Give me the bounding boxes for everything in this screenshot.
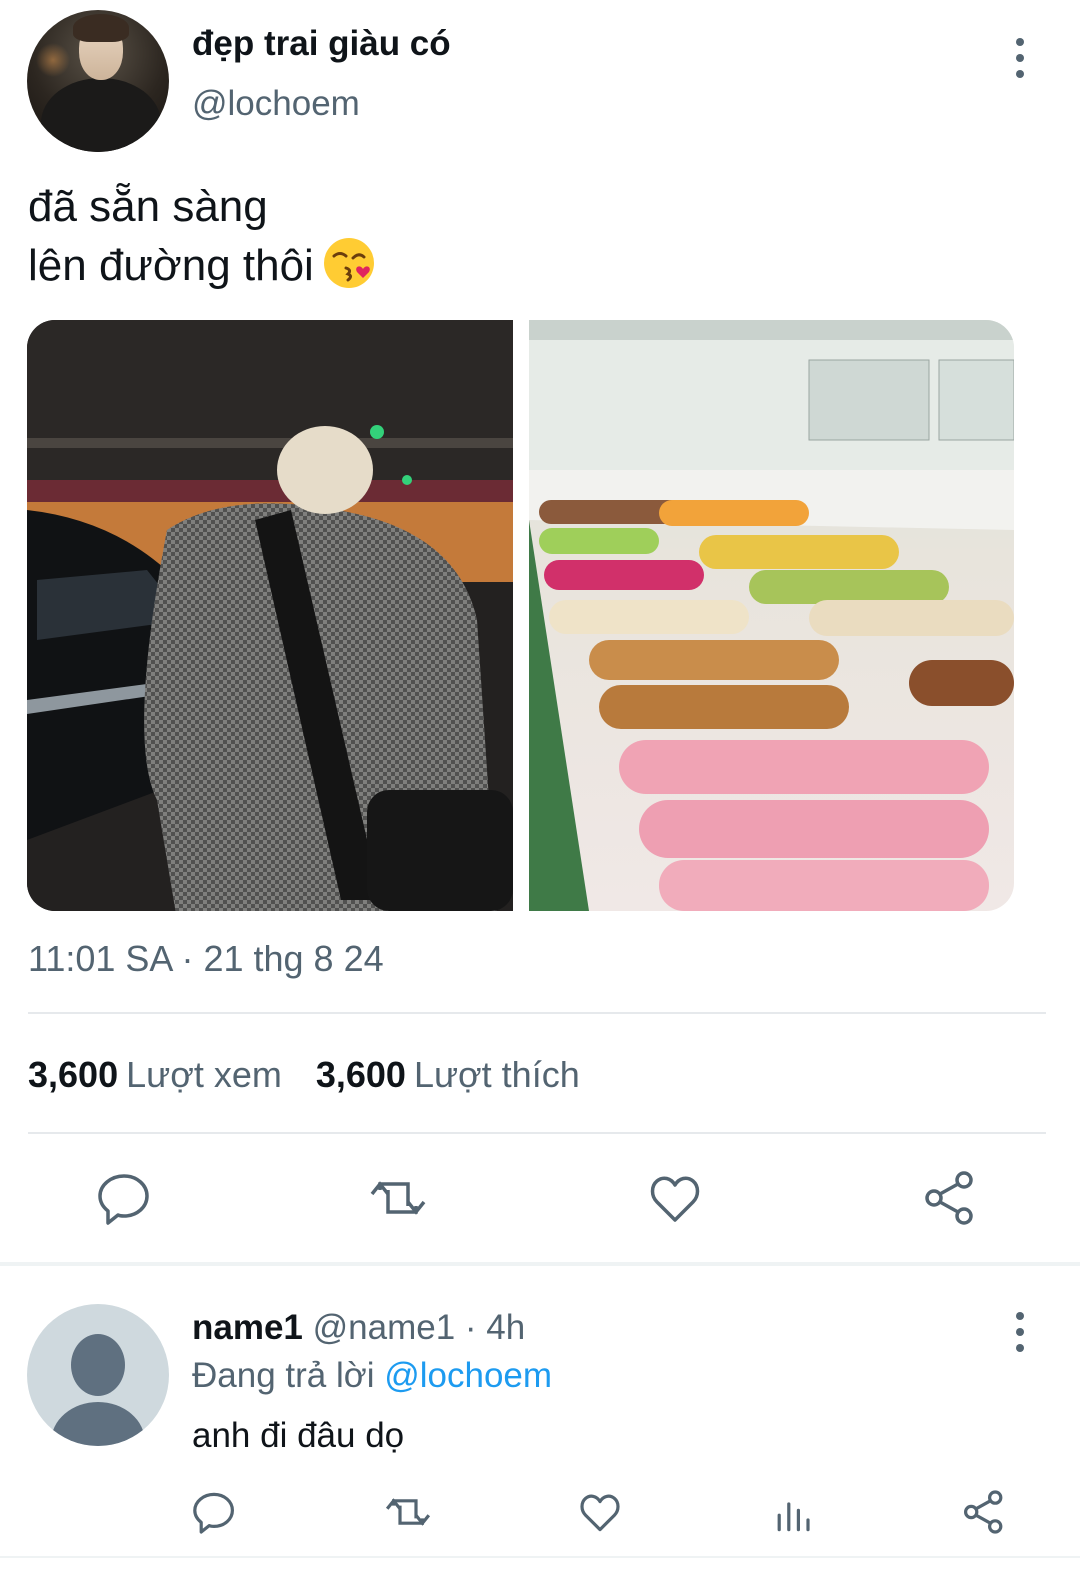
macaron-display-illustration xyxy=(529,320,1014,911)
divider xyxy=(28,1132,1046,1134)
parking-garage-illustration xyxy=(27,320,513,911)
photo-macaron-display[interactable] xyxy=(529,320,1014,911)
likes-label: Lượt thích xyxy=(413,1054,580,1095)
divider xyxy=(28,1012,1046,1014)
macaron-rows xyxy=(539,500,1014,911)
tweet-text-line-2: lên đường thôi xyxy=(28,241,314,290)
author-handle[interactable]: @lochoem xyxy=(192,84,360,124)
tweet-action-bar xyxy=(0,1168,1080,1232)
reply-header: name1 @name1 · 4h xyxy=(192,1308,525,1348)
share-icon[interactable] xyxy=(920,1168,980,1228)
tweet-text-line-2-wrap: lên đường thôi xyxy=(28,236,376,295)
tweet-media-grid[interactable] xyxy=(27,320,1014,911)
like-icon[interactable] xyxy=(576,1488,624,1536)
photo-parking-garage[interactable] xyxy=(27,320,513,911)
reply-meta: @name1 · 4h xyxy=(312,1308,526,1347)
avatar-background-lights xyxy=(33,40,73,80)
views-stat[interactable]: 3,600 Lượt xem xyxy=(28,1054,282,1096)
tweet-timestamp[interactable]: 11:01 SA · 21 thg 8 24 xyxy=(28,938,384,980)
reply-action-bar xyxy=(0,1488,1080,1544)
reply-author-name[interactable]: name1 xyxy=(192,1308,303,1347)
kissing-face-emoji-icon xyxy=(323,238,374,288)
reply-icon[interactable] xyxy=(190,1488,238,1536)
reply-avatar-default-icon[interactable] xyxy=(27,1304,169,1446)
views-icon[interactable] xyxy=(768,1488,816,1536)
views-count: 3,600 xyxy=(28,1054,119,1095)
author-display-name[interactable]: đẹp trai giàu có xyxy=(192,24,451,64)
tweet-more-options-icon[interactable] xyxy=(1008,38,1032,78)
reply-icon[interactable] xyxy=(94,1168,154,1228)
tweet-detail-page: đẹp trai giàu có @lochoem đã sẵn sàng lê… xyxy=(0,0,1080,1578)
tweet-text: đã sẵn sàng lên đường thôi xyxy=(28,178,376,295)
share-icon[interactable] xyxy=(960,1488,1008,1536)
views-label: Lượt xem xyxy=(126,1054,282,1095)
like-icon[interactable] xyxy=(645,1168,705,1228)
section-separator xyxy=(0,1262,1080,1266)
likes-stat[interactable]: 3,600 Lượt thích xyxy=(316,1054,580,1096)
tweet-stats: 3,600 Lượt xem 3,600 Lượt thích xyxy=(28,1054,580,1096)
replying-label: Đang trả lời xyxy=(192,1356,375,1395)
divider xyxy=(0,1556,1080,1558)
reply-more-options-icon[interactable] xyxy=(1008,1312,1032,1352)
reply-text: anh đi đâu dọ xyxy=(192,1416,405,1455)
likes-count: 3,600 xyxy=(315,1054,406,1095)
author-avatar[interactable] xyxy=(27,10,169,152)
avatar-hair xyxy=(73,14,129,42)
tweet-text-line-1: đã sẵn sàng xyxy=(28,182,268,231)
avatar-jacket xyxy=(41,78,161,152)
retweet-icon[interactable] xyxy=(368,1168,428,1228)
retweet-icon[interactable] xyxy=(384,1488,432,1536)
replying-mention-link[interactable]: @lochoem xyxy=(384,1356,552,1395)
replying-to: Đang trả lời @lochoem xyxy=(192,1356,552,1396)
